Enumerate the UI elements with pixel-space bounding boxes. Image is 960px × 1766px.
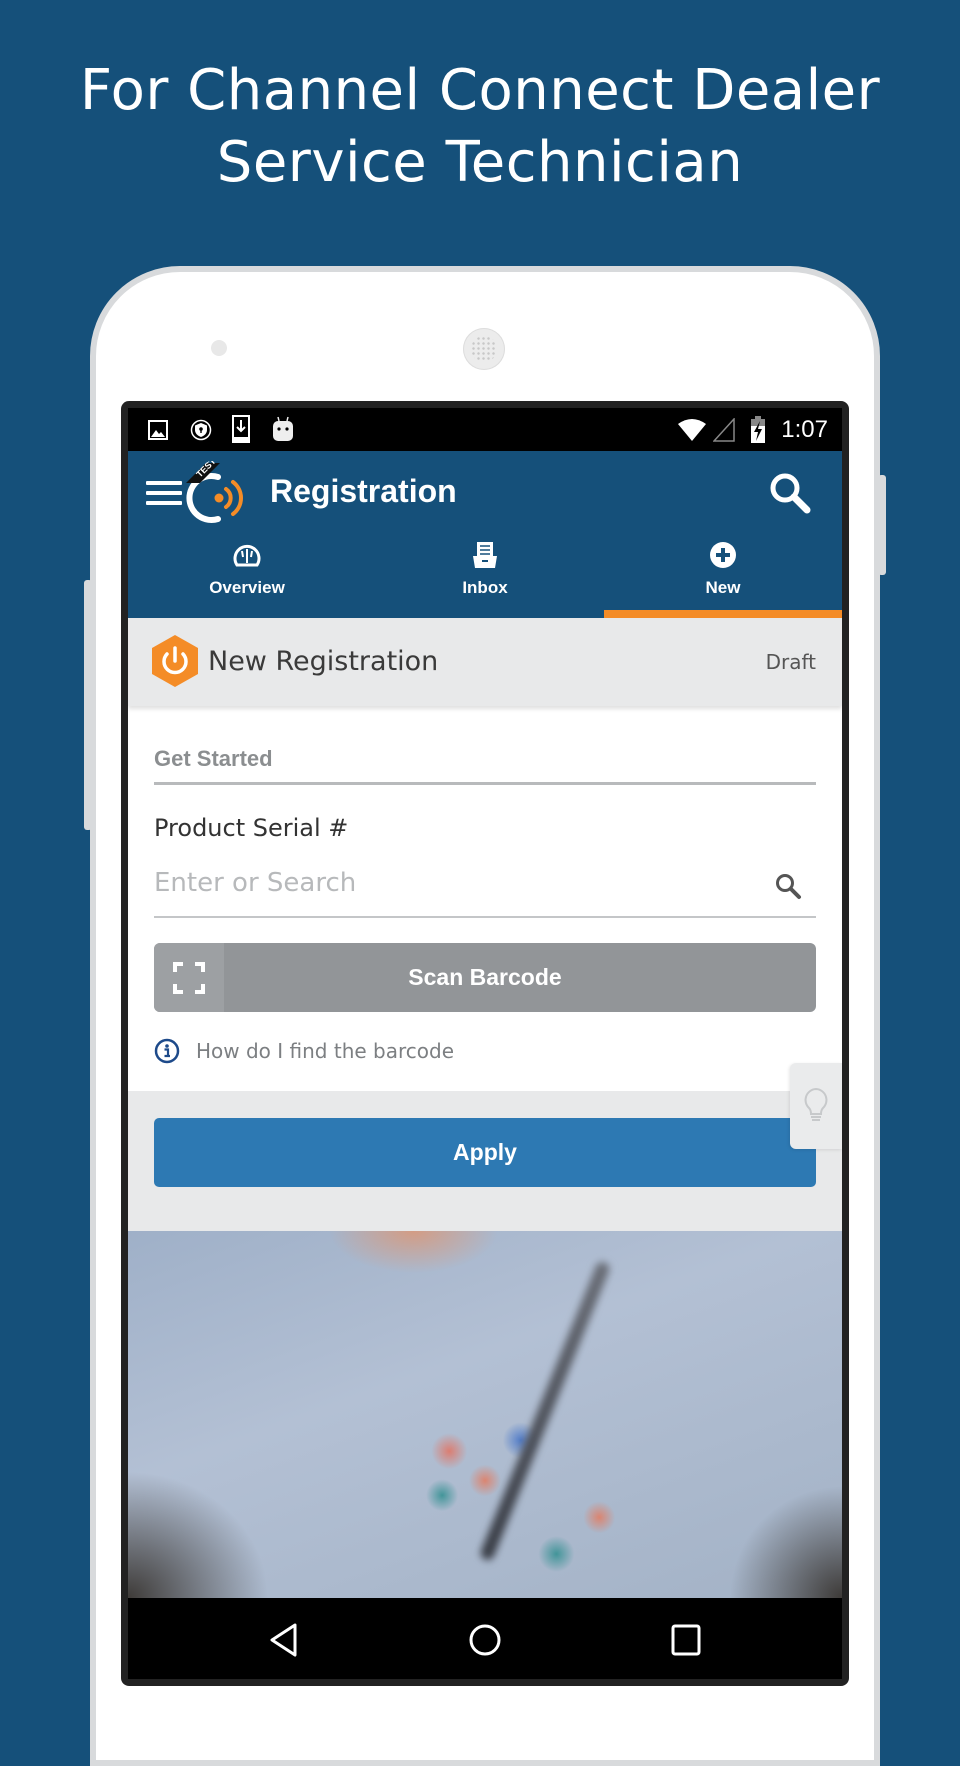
- barcode-help-link[interactable]: How do I find the barcode: [154, 1038, 454, 1064]
- download-icon: [232, 415, 250, 443]
- registration-card-header: New Registration Draft: [128, 618, 842, 706]
- hamburger-icon[interactable]: [146, 481, 182, 511]
- promo-headline-line2: Service Technician: [216, 130, 744, 195]
- shield-key-icon: [190, 419, 212, 441]
- wifi-icon: [678, 419, 706, 441]
- search-icon[interactable]: [768, 471, 812, 515]
- info-icon: [154, 1038, 180, 1064]
- serial-field-label: Product Serial #: [154, 814, 349, 842]
- home-icon: [469, 1624, 501, 1656]
- phone-power-button: [878, 475, 886, 575]
- system-nav-bar: [128, 1598, 842, 1679]
- app-bar: TEST Registration Overview Inbox New: [128, 451, 842, 618]
- section-title: Get Started: [154, 746, 816, 785]
- plus-circle-icon: [710, 542, 736, 568]
- recents-icon: [671, 1624, 701, 1656]
- status-badge: Draft: [765, 650, 816, 674]
- lightbulb-icon: [804, 1087, 828, 1121]
- tab-overview-label: Overview: [209, 578, 285, 597]
- gauge-icon: [233, 544, 261, 567]
- scan-barcode-button[interactable]: Scan Barcode: [154, 943, 816, 1012]
- back-icon: [270, 1623, 297, 1657]
- barcode-help-text: How do I find the barcode: [196, 1039, 455, 1063]
- recents-button[interactable]: [664, 1618, 708, 1662]
- inbox-tray-icon: [473, 542, 497, 568]
- tab-new-label: New: [705, 578, 741, 597]
- android-icon: [273, 416, 293, 441]
- field-search-icon[interactable]: [774, 872, 802, 900]
- apply-section: Apply: [128, 1091, 842, 1231]
- tab-inbox[interactable]: Inbox: [366, 541, 604, 618]
- active-tab-indicator: [604, 610, 842, 618]
- battery-charging-icon: [751, 416, 765, 443]
- tab-overview[interactable]: Overview: [128, 541, 366, 618]
- phone-volume-button: [84, 580, 92, 830]
- photo-pen: [478, 1260, 612, 1562]
- app-logo: TEST: [186, 461, 243, 523]
- page-title: Registration: [270, 473, 457, 509]
- tab-inbox-label: Inbox: [462, 578, 508, 597]
- serial-field: [154, 860, 816, 918]
- registration-content: New Registration Draft Get Started Produ…: [128, 618, 842, 1598]
- status-time: 1:07: [781, 416, 828, 443]
- back-button[interactable]: [262, 1618, 306, 1662]
- power-hexagon-icon: [152, 635, 198, 687]
- promo-headline: For Channel Connect Dealer Service Techn…: [0, 55, 960, 199]
- promo-headline-line1: For Channel Connect Dealer: [79, 58, 881, 123]
- scan-frame-icon: [154, 943, 224, 1012]
- serial-input[interactable]: [154, 860, 754, 906]
- card-title: New Registration: [208, 646, 439, 677]
- background-photo: [128, 1231, 842, 1598]
- cell-signal-icon: [713, 418, 735, 442]
- status-bar: 1:07: [128, 408, 842, 451]
- tips-button[interactable]: [790, 1063, 842, 1149]
- apply-button[interactable]: Apply: [154, 1118, 816, 1187]
- tab-new[interactable]: New: [604, 541, 842, 618]
- scan-barcode-label: Scan Barcode: [408, 964, 562, 990]
- image-icon: [148, 420, 168, 440]
- front-camera: [211, 340, 227, 356]
- earpiece-speaker: [463, 328, 505, 370]
- home-button[interactable]: [463, 1618, 507, 1662]
